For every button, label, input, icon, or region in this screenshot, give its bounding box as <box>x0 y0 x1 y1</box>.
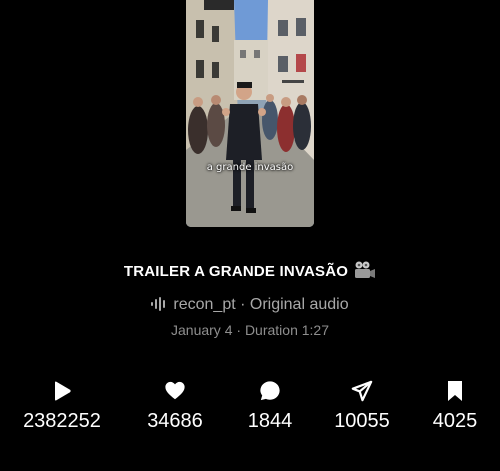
share-icon <box>312 380 412 404</box>
likes-count: 34686 <box>147 410 203 432</box>
meta-separator: · <box>232 322 245 338</box>
audio-label[interactable]: Original audio <box>250 296 349 313</box>
bookmark-icon <box>405 380 500 404</box>
stat-saves[interactable]: 4025 <box>405 380 500 434</box>
video-thumbnail[interactable]: a grande invasão <box>186 0 314 227</box>
comments-count: 1844 <box>247 410 293 432</box>
reel-meta: January 4 · Duration 1:27 <box>0 320 500 340</box>
reel-title: TRAILER A GRANDE INVASÃO <box>0 261 500 286</box>
shares-count: 10055 <box>334 410 390 432</box>
reel-date: January 4 <box>171 322 233 338</box>
plays-count: 2382252 <box>23 410 101 432</box>
movie-camera-icon <box>354 261 376 286</box>
stat-comments[interactable]: 1844 <box>220 380 320 434</box>
stat-likes[interactable]: 34686 <box>125 380 225 434</box>
heart-icon <box>125 380 225 404</box>
audio-wave-icon <box>151 296 167 318</box>
comment-icon <box>220 380 320 404</box>
stat-shares[interactable]: 10055 <box>312 380 412 434</box>
reel-title-text: TRAILER A GRANDE INVASÃO <box>123 263 349 280</box>
video-caption: a grande invasão <box>206 162 294 173</box>
saves-count: 4025 <box>432 410 478 432</box>
play-icon <box>12 380 112 404</box>
stat-plays[interactable]: 2382252 <box>12 380 112 434</box>
reel-duration: Duration 1:27 <box>244 322 329 338</box>
audio-attribution[interactable]: recon_pt · Original audio <box>0 294 500 318</box>
audio-username[interactable]: recon_pt <box>173 296 235 313</box>
audio-separator: · <box>235 296 250 313</box>
street-scene-image <box>186 0 314 227</box>
